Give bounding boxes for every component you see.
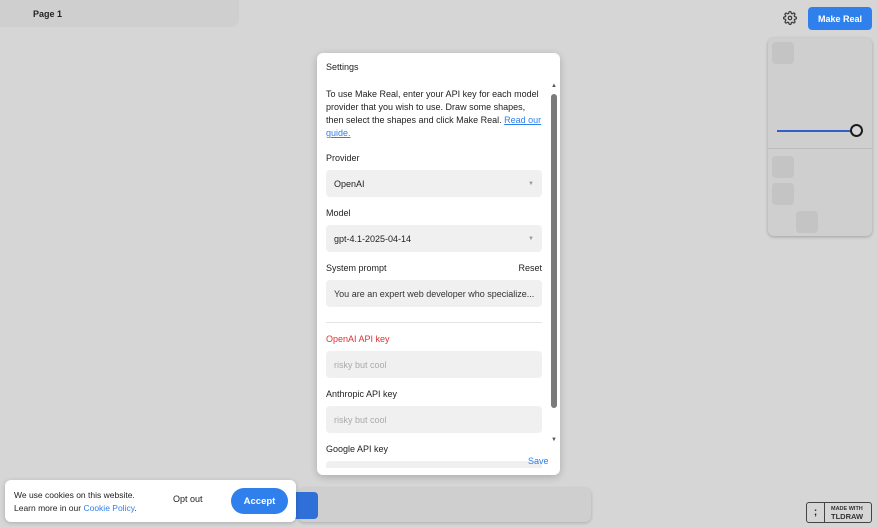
google-key-input[interactable] <box>326 461 542 468</box>
made-with-tldraw-badge[interactable]: ; MADE WITH TLDRAW <box>806 502 872 523</box>
model-select[interactable]: gpt-4.1-2025-04-14 ▼ <box>326 225 542 252</box>
page-menu[interactable]: Page 1 <box>0 0 239 27</box>
scroll-thumb[interactable] <box>551 94 557 408</box>
dialog-scrollbar[interactable]: ▲ ▼ <box>550 83 558 447</box>
anthropic-key-input[interactable] <box>326 406 542 433</box>
chevron-down-icon: ▼ <box>528 180 534 187</box>
accept-button[interactable]: Accept <box>231 488 288 514</box>
openai-key-input[interactable] <box>326 351 542 378</box>
system-prompt-label: System prompt Reset <box>326 263 542 273</box>
provider-select[interactable]: OpenAI ▼ <box>326 170 542 197</box>
reset-button[interactable]: Reset <box>518 263 542 273</box>
style-option[interactable] <box>796 211 818 233</box>
opacity-slider-track[interactable] <box>777 130 857 132</box>
gear-icon[interactable] <box>781 9 799 27</box>
make-real-button[interactable]: Make Real <box>808 7 872 30</box>
opt-out-button[interactable]: Opt out <box>173 494 203 504</box>
openai-key-label: OpenAI API key <box>326 334 390 344</box>
model-label: Model <box>326 208 351 218</box>
anthropic-key-label: Anthropic API key <box>326 389 398 399</box>
tldraw-logo-icon: ; <box>807 503 825 522</box>
dialog-body: To use Make Real, enter your API key for… <box>326 88 542 468</box>
bottom-toolbar <box>298 488 591 522</box>
style-option[interactable] <box>772 156 794 178</box>
scroll-up-icon[interactable]: ▲ <box>551 83 557 89</box>
google-key-label: Google API key <box>326 444 389 454</box>
page-menu-label: Page 1 <box>33 9 63 19</box>
chevron-down-icon: ▼ <box>528 235 534 242</box>
divider <box>326 322 542 323</box>
settings-dialog: Settings To use Make Real, enter your AP… <box>317 53 560 475</box>
dialog-description: To use Make Real, enter your API key for… <box>326 89 542 138</box>
opacity-slider-knob[interactable] <box>850 124 863 137</box>
cookie-policy-link[interactable]: Cookie Policy <box>83 503 134 513</box>
system-prompt-field[interactable]: You are an expert web developer who spec… <box>326 280 542 307</box>
save-button[interactable]: Save <box>528 456 549 466</box>
provider-label: Provider <box>326 153 360 163</box>
style-option[interactable] <box>772 183 794 205</box>
cookie-text: We use cookies on this website. Learn mo… <box>14 490 137 513</box>
style-swatch[interactable] <box>772 42 794 64</box>
style-panel <box>768 38 872 236</box>
style-panel-divider <box>768 148 872 149</box>
dialog-title: Settings <box>326 62 359 72</box>
cookie-banner: We use cookies on this website. Learn mo… <box>5 480 296 522</box>
scroll-down-icon[interactable]: ▼ <box>551 437 557 443</box>
